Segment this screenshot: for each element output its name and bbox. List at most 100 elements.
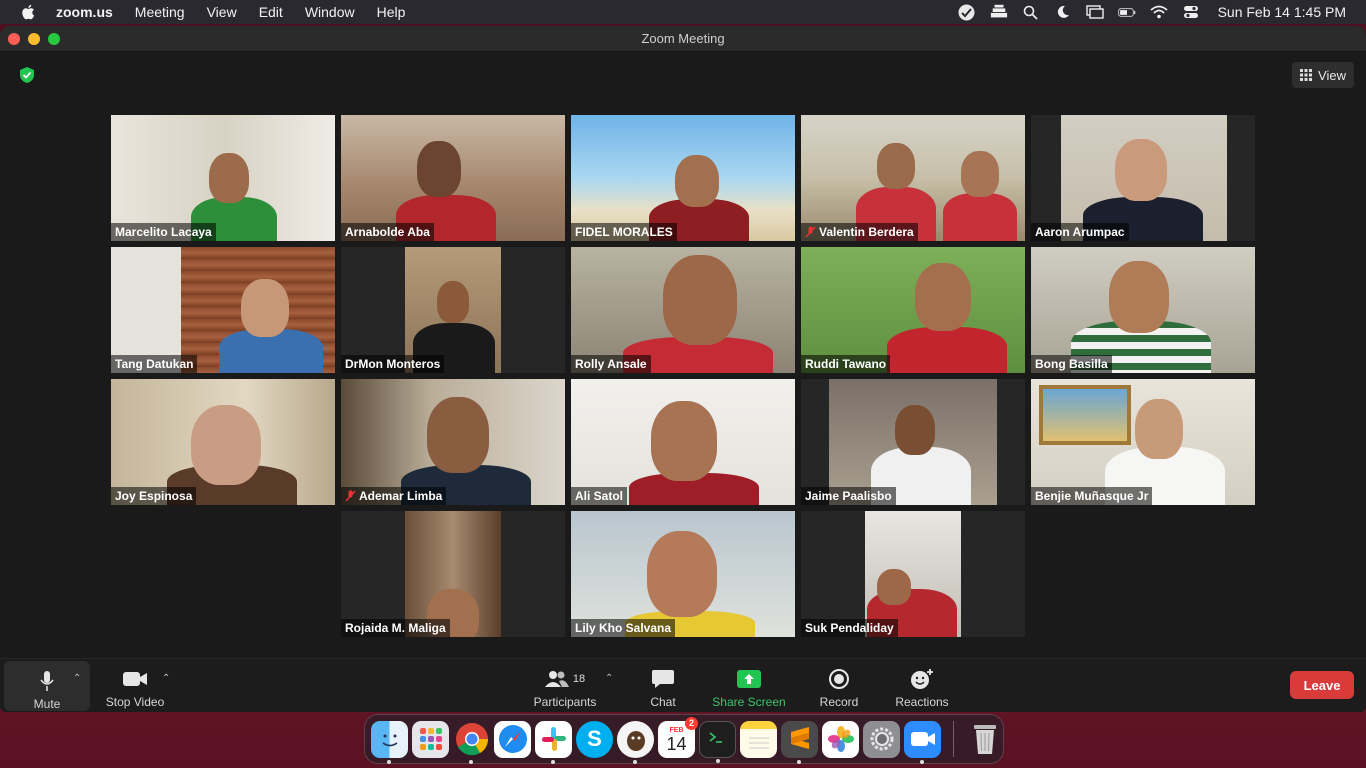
participants-label: Participants <box>533 695 597 709</box>
app-dock-icon[interactable] <box>617 720 654 764</box>
screen-mirror-icon[interactable] <box>1085 3 1104 21</box>
participant-tile[interactable]: Ali Satol <box>571 379 795 505</box>
participant-name-label: Jaime Paalisbo <box>801 487 896 505</box>
spotlight-search-icon[interactable] <box>1022 3 1040 21</box>
skype-dock-icon[interactable]: S <box>576 720 613 758</box>
dock-separator <box>953 721 954 757</box>
participant-name-label: Marcelito Lacaya <box>111 223 216 241</box>
calendar-dock-icon[interactable]: FEB 14 2 <box>658 716 698 758</box>
participant-tile[interactable]: FIDEL MORALES <box>571 115 795 241</box>
chat-button[interactable]: Chat <box>640 663 686 709</box>
participant-tile[interactable]: Joy Espinosa <box>111 379 335 505</box>
participant-tile[interactable]: DrMon Monteros <box>341 247 565 373</box>
share-screen-button[interactable]: Share Screen <box>708 663 790 709</box>
participant-tile[interactable]: Jaime Paalisbo <box>801 379 1025 505</box>
zoom-dock-icon[interactable] <box>904 720 941 764</box>
participant-tile[interactable]: Aaron Arumpac <box>1031 115 1255 241</box>
participant-tile[interactable]: Marcelito Lacaya <box>111 115 335 241</box>
trash-icon <box>973 725 996 754</box>
gallery-grid-icon <box>1300 69 1313 81</box>
participant-figure <box>887 327 1007 373</box>
participant-tile[interactable]: Suk Pendaliday <box>801 511 1025 637</box>
sublime-text-dock-icon[interactable] <box>781 720 818 764</box>
gear-icon <box>870 727 893 751</box>
mute-button[interactable]: Mute <box>4 661 90 711</box>
participants-options-chevron-icon[interactable]: ⌃ <box>605 673 613 684</box>
participant-name-label: Rolly Ansale <box>571 355 651 373</box>
participants-button[interactable]: 18 Participants <box>528 663 602 709</box>
participant-name-label: Ruddi Tawano <box>801 355 891 373</box>
running-indicator <box>469 759 473 764</box>
participant-tile[interactable]: Tang Datukan <box>111 247 335 373</box>
participant-face <box>877 143 915 189</box>
record-icon <box>829 669 849 689</box>
menu-view[interactable]: View <box>207 4 237 20</box>
finder-dock-icon[interactable] <box>371 720 408 764</box>
chrome-logo-icon <box>455 723 488 756</box>
wifi-icon[interactable] <box>1149 3 1168 21</box>
sublime-logo-icon <box>790 727 809 749</box>
participant-face <box>1109 261 1169 333</box>
chat-label: Chat <box>650 695 676 709</box>
video-options-chevron-icon[interactable]: ⌃ <box>162 673 170 684</box>
participant-name-label: Tang Datukan <box>111 355 198 373</box>
running-indicator <box>633 759 637 764</box>
menu-bar-clock[interactable]: Sun Feb 14 1:45 PM <box>1218 4 1346 20</box>
slack-dock-icon[interactable] <box>535 720 572 764</box>
chrome-dock-icon[interactable] <box>453 721 490 764</box>
participant-name-label: Lily Kho Salvana <box>571 619 676 637</box>
apple-logo-icon[interactable] <box>20 3 38 21</box>
participant-tile[interactable]: Rolly Ansale <box>571 247 795 373</box>
participant-name-label: Suk Pendaliday <box>801 619 898 637</box>
menu-meeting[interactable]: Meeting <box>135 4 185 20</box>
encryption-shield-icon[interactable] <box>18 66 36 84</box>
stack-status-icon[interactable] <box>990 3 1008 21</box>
menu-app-name[interactable]: zoom.us <box>56 4 113 20</box>
participant-tile[interactable]: Ademar Limba <box>341 379 565 505</box>
launchpad-dock-icon[interactable] <box>412 720 449 758</box>
safari-dock-icon[interactable] <box>494 720 531 758</box>
mute-label: Mute <box>33 697 61 711</box>
participant-tile[interactable]: Bong Basilla <box>1031 247 1255 373</box>
participant-face <box>191 405 261 485</box>
participant-name-label: Ali Satol <box>571 487 628 505</box>
menu-window[interactable]: Window <box>305 4 355 20</box>
reactions-smiley-icon <box>911 669 933 689</box>
running-indicator <box>551 759 555 764</box>
microphone-icon <box>40 671 54 691</box>
muted-mic-icon <box>345 490 356 502</box>
share-screen-label: Share Screen <box>712 695 786 709</box>
system-preferences-dock-icon[interactable] <box>863 720 900 758</box>
view-button[interactable]: View <box>1292 62 1354 88</box>
photos-dock-icon[interactable] <box>822 720 859 758</box>
participant-tile[interactable]: Valentin Berdera <box>801 115 1025 241</box>
grammarly-status-icon[interactable] <box>958 3 976 21</box>
menu-help[interactable]: Help <box>377 4 406 20</box>
active-speaker-tile[interactable]: Lily Kho Salvana <box>571 511 795 637</box>
participant-face <box>417 141 461 197</box>
battery-icon[interactable] <box>1117 3 1136 21</box>
participant-tile[interactable]: Arnabolde Aba <box>341 115 565 241</box>
running-indicator <box>797 759 801 764</box>
terminal-dock-icon[interactable] <box>699 720 736 763</box>
participant-tile[interactable]: Ruddi Tawano <box>801 247 1025 373</box>
leave-meeting-button[interactable]: Leave <box>1290 671 1354 699</box>
dark-mode-moon-icon[interactable] <box>1054 3 1072 21</box>
trash-dock-icon[interactable] <box>966 721 1003 758</box>
stop-video-button[interactable]: Stop Video <box>102 663 168 709</box>
safari-compass-icon <box>498 725 527 753</box>
calendar-notification-badge: 2 <box>685 716 698 730</box>
zoom-camera-icon <box>910 732 935 746</box>
slack-logo-icon <box>541 727 566 751</box>
participant-tile[interactable]: Rojaida M. Maliga <box>341 511 565 637</box>
macos-menu-bar: zoom.us Meeting View Edit Window Help Su… <box>0 0 1366 24</box>
participant-tile[interactable]: Benjie Muñasque Jr <box>1031 379 1255 505</box>
audio-options-chevron-icon[interactable]: ⌃ <box>73 673 81 684</box>
reactions-button[interactable]: Reactions <box>890 663 954 709</box>
participant-name-label: Rojaida M. Maliga <box>341 619 450 637</box>
background-painting <box>1039 385 1131 445</box>
control-center-icon[interactable] <box>1182 3 1200 21</box>
record-button[interactable]: Record <box>814 663 864 709</box>
notes-dock-icon[interactable] <box>740 720 777 758</box>
menu-edit[interactable]: Edit <box>259 4 283 20</box>
